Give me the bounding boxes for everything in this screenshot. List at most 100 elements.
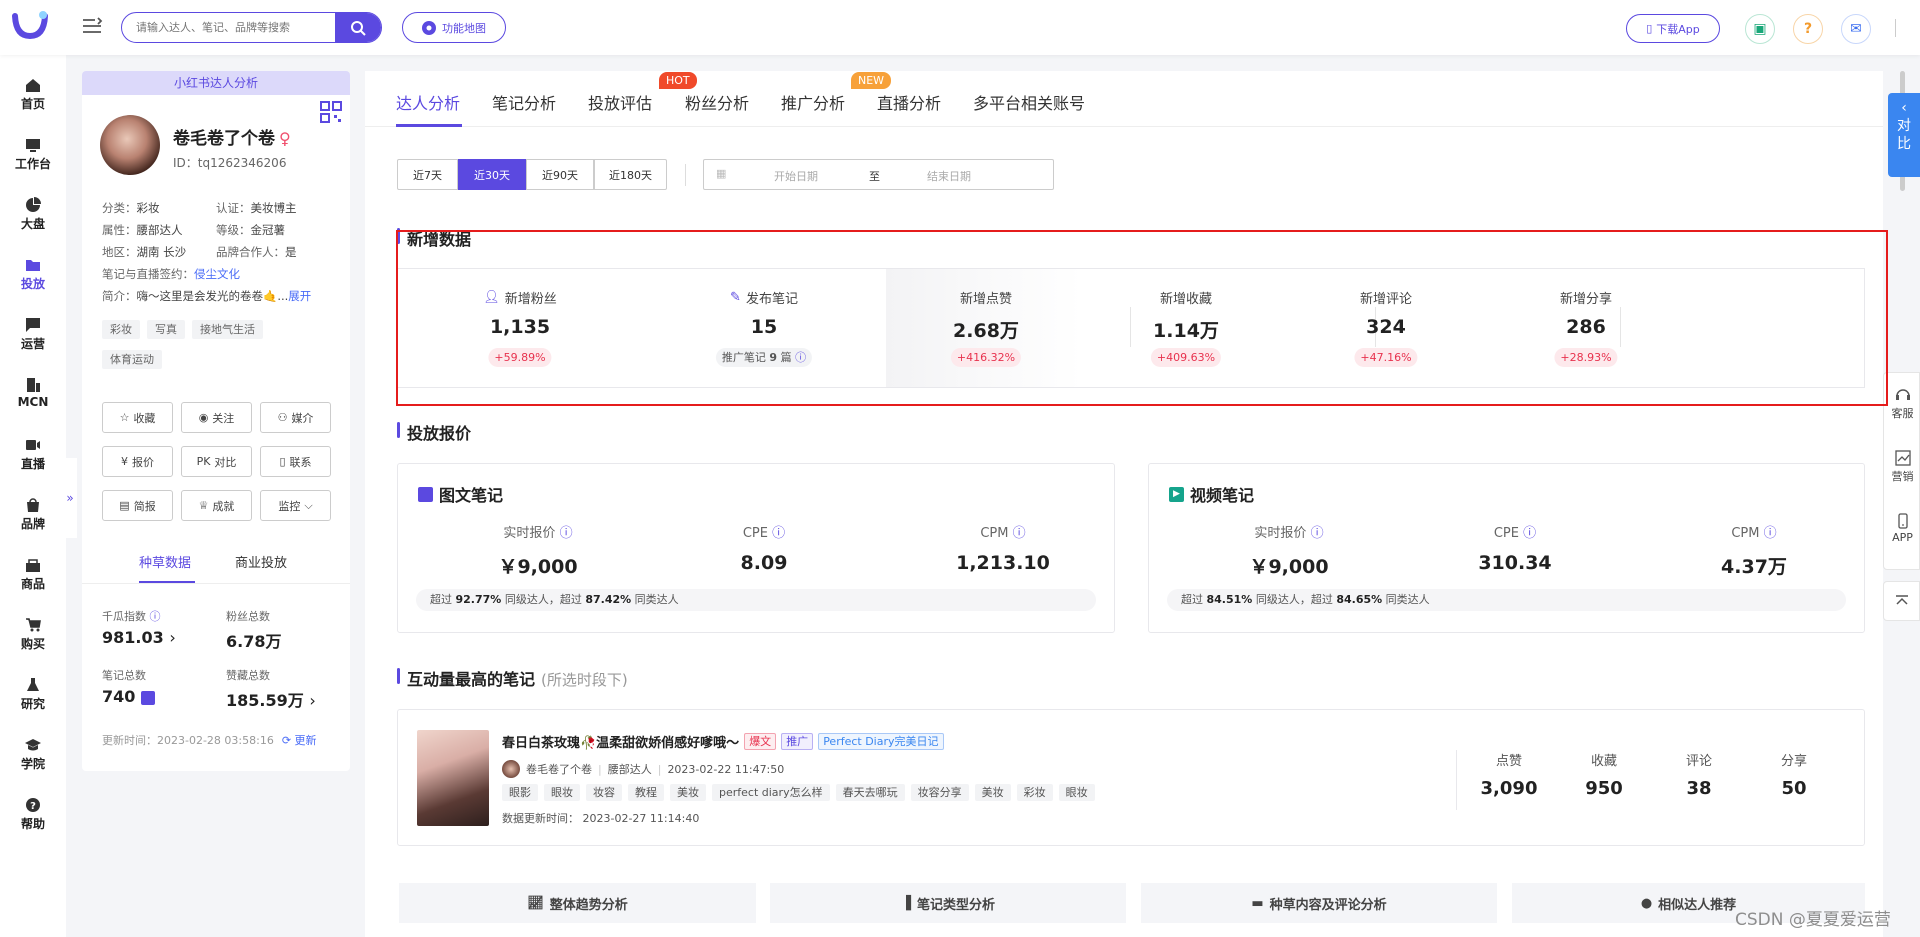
nav-buy[interactable]: 购买 [0,617,66,652]
line-chart-icon [1894,450,1911,466]
pie-chart-icon [26,197,41,212]
brief-button[interactable]: ▤ 简报 [102,490,173,521]
favorite-button[interactable]: ☆ 收藏 [102,402,173,433]
date-range-picker[interactable]: ▦ 开始日期 至 结束日期 [703,159,1054,190]
function-map-button[interactable]: 功能地图 [402,12,506,43]
nav-mcn-label: MCN [17,395,49,409]
mail-icon[interactable]: ✉ [1841,14,1871,44]
marketing-button[interactable]: 营销 [1884,450,1920,484]
expand-intro-link[interactable]: 展开 [288,289,311,303]
compare-button[interactable]: PK 对比 [181,446,252,477]
download-app-button[interactable]: ▯ 下载App [1626,14,1720,43]
media-button[interactable]: ⚇ 媒介 [260,402,331,433]
video-cpm-value: 4.37万 [1721,556,1787,578]
profile-tag: 体育运动 [102,350,162,369]
nav-goods[interactable]: 商品 [0,557,66,592]
search-button[interactable] [335,13,381,42]
nav-mcn[interactable]: MCN [0,377,66,409]
quote-button[interactable]: ¥ 报价 [102,446,173,477]
menu-toggle-icon[interactable] [81,16,103,38]
author-name[interactable]: 卷毛卷了个卷 [526,761,592,777]
video-icon [26,440,40,450]
logo-icon[interactable] [12,10,48,40]
brand-badge[interactable]: Perfect Diary完美日记 [818,733,944,750]
customer-service-button[interactable]: 客服 [1884,387,1920,421]
start-date-input[interactable]: 开始日期 [774,168,818,184]
nav-research[interactable]: 研究 [0,677,66,712]
fans-total-value: 6.78万 [226,632,282,651]
tab-note-analysis[interactable]: 笔记分析 [492,90,556,114]
app-button[interactable]: APP [1884,513,1920,544]
tab-overall-trend[interactable]: 📈︎ 整体趋势分析 [399,883,756,923]
qiangua-index-value[interactable]: 981.03 › [102,628,176,647]
range-30d-button[interactable]: 近30天 [458,159,526,190]
note-meta: 卷毛卷了个卷 | 腰部达人 | 2023-02-22 11:47:50 [502,760,784,778]
briefcase-icon[interactable]: ▣ [1745,14,1775,44]
qrcode-icon[interactable] [320,101,342,123]
chat-chart-icon [26,318,40,332]
note-time: 2023-02-22 11:47:50 [667,762,785,776]
question-icon[interactable]: ? [1793,14,1823,44]
top-note-card[interactable]: 春日白茶玫瑰🥀温柔甜欲娇俏感好嗲哦～ 爆文 推广 Perfect Diary完美… [397,709,1865,846]
nav-help[interactable]: ? 帮助 [0,797,66,832]
compare-float-button[interactable]: ‹ 对比 [1888,93,1920,177]
sign-agency-link[interactable]: 侵尘文化 [194,267,240,281]
info-icon: ⓘ [1763,526,1777,541]
monitor-dropdown[interactable]: 监控 ⌵ [260,490,331,521]
achievement-button[interactable]: ♕ 成就 [181,490,252,521]
range-7d-button[interactable]: 近7天 [397,159,458,190]
tab-content-comments[interactable]: ▬ 种草内容及评论分析 [1141,883,1497,923]
contact-button[interactable]: ▯ 联系 [260,446,331,477]
new-data-right: 新增点赞 2.68万 +416.32% 新增收藏 1.14万 +409.63% … [886,269,1864,387]
compare-float-label: 对比 [1897,118,1911,152]
nav-market[interactable]: 大盘 [0,197,66,232]
note-title[interactable]: 春日白茶玫瑰🥀温柔甜欲娇俏感好嗲哦～ 爆文 推广 Perfect Diary完美… [502,732,944,751]
trend-chart-icon: 📈︎ [527,895,544,911]
avatar [100,115,160,175]
nav-brand[interactable]: 品牌 [0,497,66,532]
nav-live[interactable]: 直播 [0,437,66,472]
new-comments-stat: 新增评论 324 +47.16% [1286,269,1486,387]
folder-icon [26,260,40,271]
nav-operation[interactable]: 运营 [0,317,66,352]
fans-total-label: 粉丝总数 [226,610,270,623]
tab-fans-analysis[interactable]: 粉丝分析 [685,90,749,114]
end-date-input[interactable]: 结束日期 [927,168,971,184]
nav-home[interactable]: 首页 [0,77,66,112]
tab-commercial[interactable]: 商业投放 [235,552,287,571]
video-price-value: ￥9,000 [1249,556,1329,578]
range-180d-button[interactable]: 近180天 [594,159,667,190]
tab-delivery-eval[interactable]: 投放评估 [588,90,652,114]
date-separator: 至 [869,170,880,183]
shop-icon [26,559,40,572]
note-comments-value: 38 [1686,778,1712,799]
hot-badge: HOT [659,72,697,89]
note-tag: 眼妆 [544,784,580,801]
refresh-link[interactable]: ⟳ 更新 [282,734,317,747]
arrow-up-icon [1895,595,1908,605]
expand-sidebar-icon[interactable]: » [63,458,77,538]
nav-workbench[interactable]: 工作台 [0,137,66,172]
profile-brand-partner: 品牌合作人：是 [216,245,297,259]
tab-seeding-data[interactable]: 种草数据 [139,552,191,571]
likes-collects-total-value[interactable]: 185.59万 › [226,687,316,711]
note-shares-label: 分享 [1780,754,1807,769]
nav-academy[interactable]: 学院 [0,737,66,772]
back-to-top-button[interactable] [1883,581,1920,621]
search-input[interactable] [122,13,337,42]
tab-influencer-analysis[interactable]: 达人分析 [396,90,460,114]
follow-button[interactable]: ◉ 关注 [181,402,252,433]
nav-delivery[interactable]: 投放 [0,257,66,292]
tab-note-type[interactable]: ▐ 笔记类型分析 [770,883,1126,923]
note-likes-value: 3,090 [1480,778,1538,799]
image-note-quote-card: 图文笔记 实时报价 ⓘ CPE ⓘ CPM ⓘ ￥9,000 8.09 1,21… [397,463,1115,633]
tab-live-analysis[interactable]: 直播分析 [877,90,941,114]
video-rank-bar: 超过 84.51% 同级达人，超过 84.65% 同类达人 [1167,589,1846,611]
tab-promotion-analysis[interactable]: 推广分析 [781,90,845,114]
user-icon: 👤︎ [483,290,500,305]
tab-multi-platform[interactable]: 多平台相关账号 [973,90,1085,114]
note-cover-image[interactable] [417,730,489,826]
range-90d-button[interactable]: 近90天 [526,159,594,190]
info-icon: ⓘ [772,526,786,541]
promo-badge: 推广 [781,733,814,750]
